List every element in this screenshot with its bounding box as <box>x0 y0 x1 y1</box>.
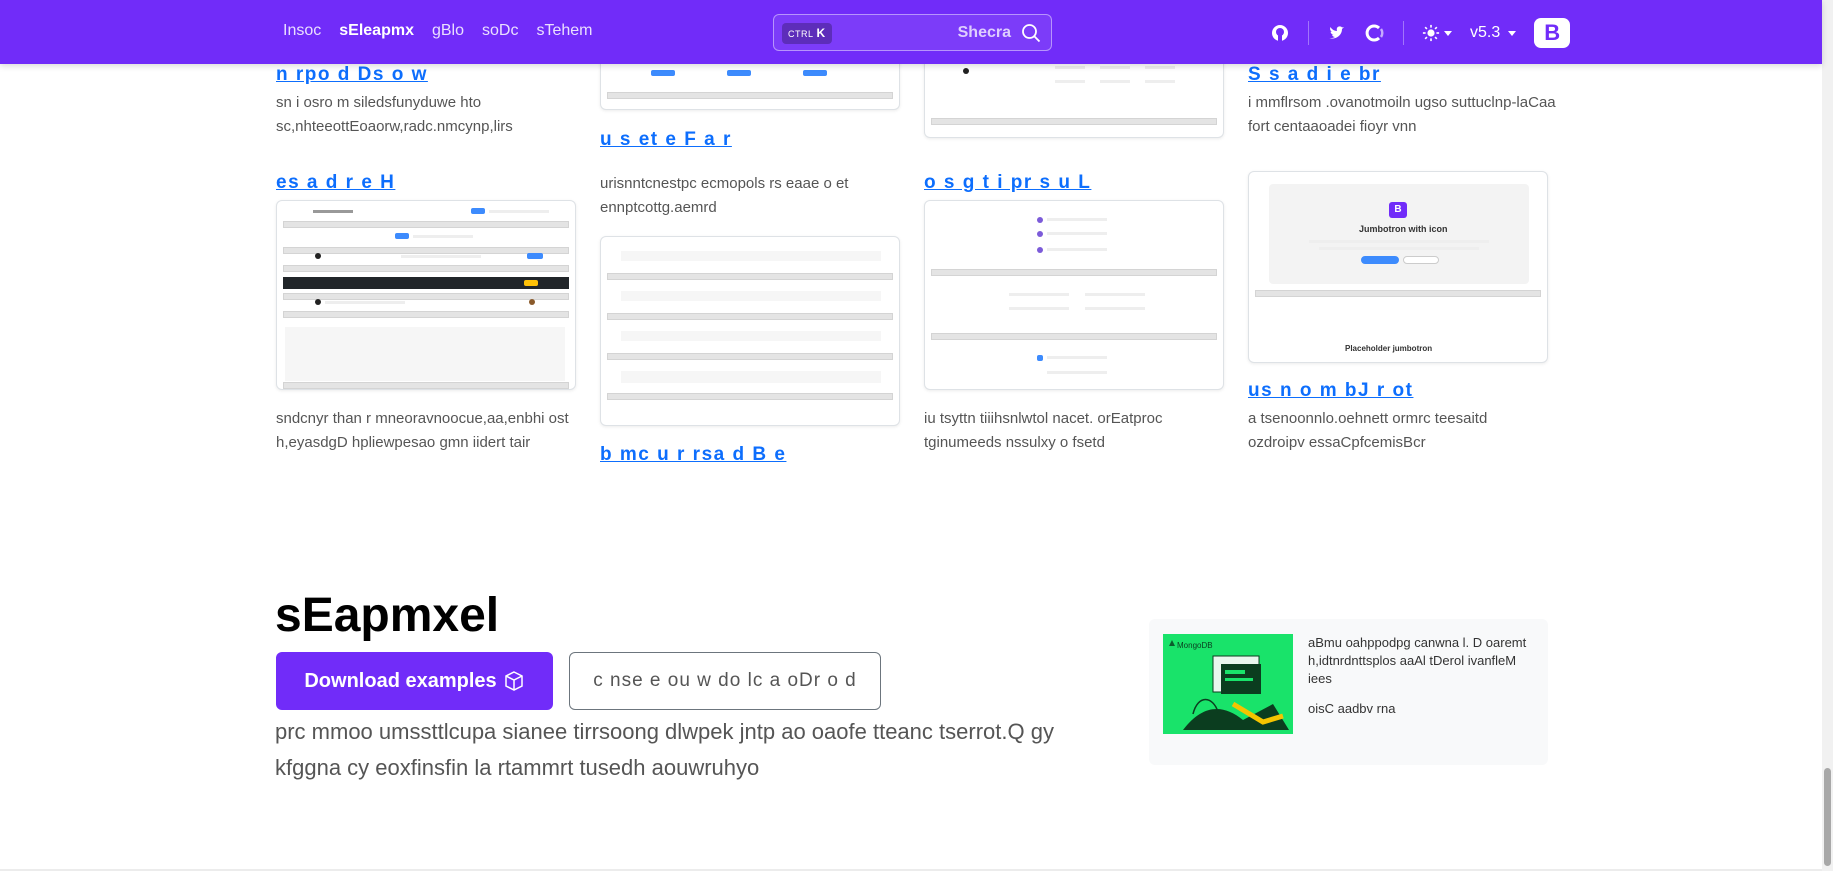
chevron-down-icon <box>1444 30 1452 36</box>
ad-text[interactable]: aBmu oahppodpg canwna l. D oaremt h,idtn… <box>1308 634 1533 688</box>
example-desc-features: urisnntcnestpc ecmopols rs eaae o et enn… <box>600 175 849 216</box>
example-link-sidebars[interactable]: S s a d i e br <box>1248 64 1381 86</box>
twitter-icon[interactable] <box>1327 23 1347 43</box>
bootstrap-logo-icon[interactable]: B <box>1534 18 1571 48</box>
examples-heading: sEapmxel <box>275 589 500 642</box>
example-link-list-groups[interactable]: o s g t i pr s u L <box>924 172 1091 194</box>
search-button[interactable]: CTRL K Shecra <box>773 14 1052 51</box>
nav-links: Insoc sEleapmx gBlo soDc sTehem <box>283 22 592 40</box>
ad-attribution[interactable]: oisC aadbv rna <box>1308 701 1395 716</box>
example-desc-headers: sndcnyr than r mneoravnoocue,aa,enbhi os… <box>276 410 569 451</box>
example-link-breadcrumb[interactable]: b mc u r rsa d B e <box>600 444 786 466</box>
example-desc-sidebars: i mmflrsom .ovanotmoiln ugso suttuclnp-l… <box>1248 94 1556 135</box>
example-thumb-headers[interactable] <box>276 200 576 390</box>
sun-icon <box>1422 24 1440 42</box>
example-link-1[interactable]: n rpo d Ds o w <box>276 64 428 86</box>
ad-image[interactable]: MongoDB <box>1163 634 1293 734</box>
example-thumb-breadcrumb[interactable] <box>600 236 900 426</box>
carbon-ad[interactable]: MongoDB aBmu oahppodpg canwna l. D oarem… <box>1149 619 1548 765</box>
theme-toggle[interactable] <box>1422 24 1452 42</box>
nav-link-examples[interactable]: sEleapmx <box>339 22 414 40</box>
nav-link-themes[interactable]: sTehem <box>536 22 592 40</box>
scrollbar-thumb[interactable] <box>1824 768 1831 866</box>
example-desc-jumbotrons: a tsenoonnlo.oehnett ormrc teesaitd ozdr… <box>1248 410 1488 451</box>
jumbotron-preview: B Jumbotron with icon <box>1269 184 1529 284</box>
nav-link-docs[interactable]: Insoc <box>283 22 321 40</box>
example-thumb-jumbotron[interactable]: B Jumbotron with icon Placeholder jumbot… <box>1248 171 1548 363</box>
top-navbar: Insoc sEleapmx gBlo soDc sTehem CTRL K Sh… <box>0 0 1822 64</box>
nav-link-docs-2[interactable]: soDc <box>482 22 518 40</box>
opencollective-icon[interactable] <box>1365 23 1385 43</box>
bootstrap-logo-icon: B <box>1389 202 1407 218</box>
search-label: Shecra <box>957 24 1011 41</box>
nav-divider <box>1403 21 1404 45</box>
ad-brand-text: MongoDB <box>1177 641 1213 650</box>
github-icon[interactable] <box>1270 23 1290 43</box>
example-desc-1: sn i osro m siledsfunyduwe hto sc,nhteeo… <box>276 94 513 135</box>
example-link-headers[interactable]: es a d r e H <box>276 172 395 194</box>
search-icon <box>1022 24 1041 43</box>
download-source-button[interactable]: c nse e ou w do lc a oDr o d <box>569 652 881 710</box>
download-examples-button[interactable]: Download examples <box>276 652 553 710</box>
version-dropdown[interactable]: v5.3 <box>1470 24 1517 42</box>
chevron-down-icon <box>1508 30 1517 36</box>
jumbotron-placeholder-title: Placeholder jumbotron <box>1345 344 1433 353</box>
example-desc-list-groups: iu tsyttn tiiihsnlwtol nacet. orEatproc … <box>924 410 1163 451</box>
example-link-features[interactable]: u s et e F a r <box>600 129 732 151</box>
example-link-jumbotrons[interactable]: us n o m bJ r ot <box>1248 380 1413 402</box>
nav-right-icons: v5.3 B <box>1270 18 1571 48</box>
nav-divider <box>1308 21 1309 45</box>
ad-illustration-icon: MongoDB <box>1163 634 1293 734</box>
nav-link-blog[interactable]: gBlo <box>432 22 464 40</box>
jumbotron-preview-title: Jumbotron with icon <box>1359 224 1448 234</box>
example-thumb-list-groups[interactable] <box>924 200 1224 390</box>
examples-lead: prc mmoo umssttlcupa sianee tirrsoong dl… <box>275 719 1054 780</box>
box-icon <box>504 671 523 691</box>
page-scrollbar[interactable] <box>1822 0 1833 871</box>
search-shortcut: CTRL K <box>782 23 832 44</box>
